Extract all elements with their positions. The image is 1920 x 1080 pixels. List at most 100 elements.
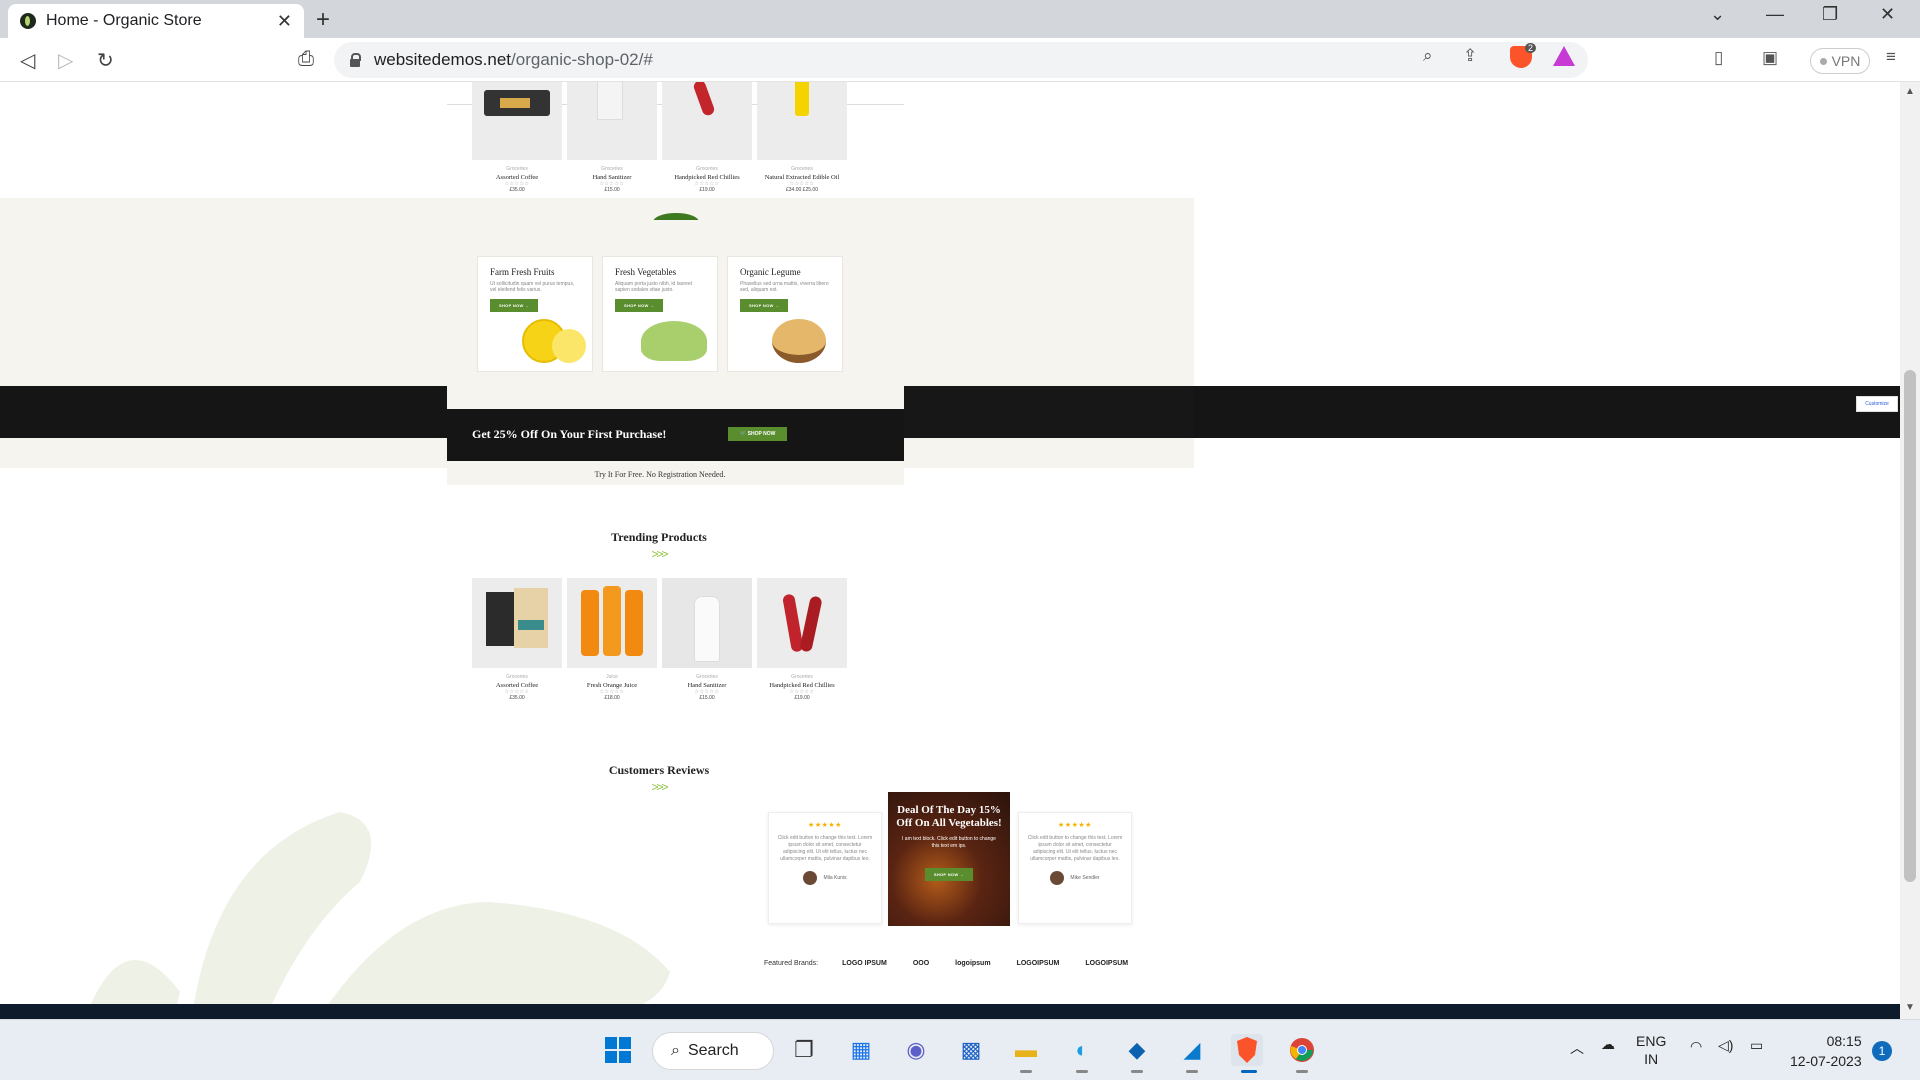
taskbar-search[interactable]: ⌕ Search xyxy=(652,1032,774,1070)
product-name[interactable]: Handpicked Red Chillies xyxy=(757,682,847,689)
bookmark-icon[interactable]: ⎙ xyxy=(298,48,314,71)
start-windows-icon[interactable] xyxy=(602,1034,634,1066)
product-price: £35.00 xyxy=(509,695,525,701)
onedrive-cloud-icon[interactable]: ☁ xyxy=(1601,1036,1615,1053)
product-image xyxy=(662,578,752,668)
category-card-legume[interactable]: Organic Legume Phasellus sed urna mattis… xyxy=(727,256,843,372)
product-name[interactable]: Assorted Coffee xyxy=(472,682,562,689)
product-card[interactable]: Groceries Handpicked Red Chillies ☆☆☆☆☆ … xyxy=(662,82,752,193)
address-bar[interactable]: websitedemos.net /organic-shop-02/# xyxy=(334,42,1588,78)
close-window-button[interactable]: ✕ xyxy=(1880,4,1895,25)
active-indicator xyxy=(1241,1070,1257,1073)
vpn-status-dot-icon xyxy=(1819,57,1827,65)
brave-rewards-icon[interactable] xyxy=(1553,46,1575,66)
review-card: ★★★★★ Click edit button to change this t… xyxy=(1018,812,1132,924)
tab-search-chevron-icon[interactable]: ⌄ xyxy=(1710,4,1725,25)
product-category: Groceries xyxy=(696,674,718,680)
edge-icon[interactable]: ◐ xyxy=(1066,1034,1098,1066)
shop-now-button[interactable]: SHOP NOW → xyxy=(615,299,664,312)
brand-logo: LOGO IPSUM xyxy=(842,960,887,967)
battery-icon[interactable]: ▭ xyxy=(1750,1037,1763,1054)
product-category: Groceries xyxy=(791,166,813,172)
promo-shop-button[interactable]: 🛒 SHOP NOW xyxy=(728,427,788,441)
vscode-icon[interactable]: ◢ xyxy=(1176,1034,1208,1066)
wifi-icon[interactable]: ◠ xyxy=(1690,1038,1702,1055)
product-price: £15.00 xyxy=(604,187,620,193)
chrome-icon[interactable] xyxy=(1286,1034,1318,1066)
avatar xyxy=(803,871,818,885)
back-button[interactable]: ◁ xyxy=(20,48,35,73)
tab-close-icon[interactable]: ✕ xyxy=(277,11,292,32)
notification-badge[interactable]: 1 xyxy=(1872,1041,1892,1061)
deal-of-the-day-card[interactable]: Deal Of The Day 15% Off On All Vegetable… xyxy=(888,792,1010,926)
scrollbar-thumb[interactable] xyxy=(1904,370,1916,882)
wallet-icon[interactable]: ▣ xyxy=(1762,48,1778,68)
category-title: Fresh Vegetables xyxy=(615,267,677,277)
new-tab-button[interactable]: + xyxy=(316,6,330,34)
chat-icon[interactable]: ◉ xyxy=(900,1034,932,1066)
trending-title: Trending Products xyxy=(611,530,707,544)
shop-now-button[interactable]: SHOP NOW → xyxy=(490,299,539,312)
product-card[interactable]: Groceries Assorted Coffee ☆☆☆☆☆ £35.00 xyxy=(472,82,562,193)
vpn-button[interactable]: VPN xyxy=(1810,48,1870,74)
product-card[interactable]: Groceries Handpicked Red Chillies ☆☆☆☆☆ … xyxy=(757,578,847,701)
restore-button[interactable]: ❐ xyxy=(1822,4,1838,25)
menu-icon[interactable]: ≡ xyxy=(1886,47,1896,67)
product-card[interactable]: Groceries Natural Extracted Edible Oil ☆… xyxy=(757,82,847,193)
task-view-icon[interactable]: ❐ xyxy=(788,1034,820,1066)
zoom-icon[interactable]: ⌕ xyxy=(1423,46,1433,66)
product-name[interactable]: Assorted Coffee xyxy=(472,174,562,181)
browser-tab-active[interactable]: Home - Organic Store ✕ xyxy=(8,4,304,38)
product-name[interactable]: Hand Sanitizer xyxy=(662,682,752,689)
product-name[interactable]: Handpicked Red Chillies xyxy=(662,174,752,181)
web-page: Groceries Assorted Coffee ☆☆☆☆☆ £35.00 G… xyxy=(0,82,1900,1019)
promo-subtitle: Try It For Free. No Registration Needed. xyxy=(594,470,726,479)
store-icon[interactable]: ▩ xyxy=(955,1034,987,1066)
sidebar-toggle-icon[interactable]: ▯ xyxy=(1714,48,1723,68)
windows-taskbar: ⌕ Search ❐ ▦ ◉ ▩ ▬ ◐ ◆ ◢ ︿ ☁ ENG IN ◠ ◁)… xyxy=(0,1019,1920,1080)
file-explorer-icon[interactable]: ▬ xyxy=(1010,1034,1042,1066)
product-card[interactable]: Juice Fresh Orange Juice ☆☆☆☆☆ £18.00 xyxy=(567,578,657,701)
product-category: Groceries xyxy=(506,166,528,172)
deal-shop-button[interactable]: SHOP NOW → xyxy=(924,868,974,881)
product-card[interactable]: Groceries Hand Sanitizer ☆☆☆☆☆ £15.00 xyxy=(567,82,657,193)
clock[interactable]: 08:15 12-07-2023 xyxy=(1790,1031,1862,1071)
scroll-down-arrow-icon[interactable]: ▼ xyxy=(1905,1002,1915,1013)
chickpea-bowl-image xyxy=(772,319,826,363)
customize-button[interactable]: Customize xyxy=(1856,396,1898,412)
product-card[interactable]: Groceries Assorted Coffee ☆☆☆☆☆ £35.00 xyxy=(472,578,562,701)
running-indicator xyxy=(1020,1070,1032,1073)
product-card[interactable]: Groceries Hand Sanitizer ☆☆☆☆☆ £15.00 xyxy=(662,578,752,701)
featured-brands: Featured Brands: LOGO IPSUM OOO logoipsu… xyxy=(764,960,1154,967)
scroll-up-arrow-icon[interactable]: ▲ xyxy=(1905,86,1915,97)
product-category: Groceries xyxy=(506,674,528,680)
tray-chevron-icon[interactable]: ︿ xyxy=(1570,1038,1584,1058)
review-text: Click edit button to change this text. L… xyxy=(777,835,873,862)
category-card-fruits[interactable]: Farm Fresh Fruits Ut sollicitudin quam v… xyxy=(477,256,593,372)
page-scrollbar[interactable]: ▲ ▼ xyxy=(1900,82,1920,1019)
reviewer-name: Mila Kunis xyxy=(823,875,847,881)
language-indicator[interactable]: ENG IN xyxy=(1636,1032,1666,1068)
brave-browser-icon[interactable] xyxy=(1231,1034,1263,1066)
product-image xyxy=(472,82,562,160)
product-name[interactable]: Hand Sanitizer xyxy=(567,174,657,181)
url-host: websitedemos.net xyxy=(374,50,512,69)
product-name[interactable]: Natural Extracted Edible Oil xyxy=(757,174,847,181)
share-icon[interactable]: ⇪ xyxy=(1463,46,1477,66)
product-name[interactable]: Fresh Orange Juice xyxy=(567,682,657,689)
shop-now-button[interactable]: SHOP NOW → xyxy=(740,299,789,312)
app-icon[interactable]: ◆ xyxy=(1121,1034,1153,1066)
forward-button[interactable]: ▷ xyxy=(58,48,73,73)
volume-icon[interactable]: ◁) xyxy=(1718,1037,1733,1054)
widgets-icon[interactable]: ▦ xyxy=(845,1034,877,1066)
category-card-vegetables[interactable]: Fresh Vegetables Aliquam porta justo nib… xyxy=(602,256,718,372)
footer-top-edge xyxy=(0,1004,1900,1019)
featured-brands-label: Featured Brands: xyxy=(764,960,819,967)
reload-button[interactable]: ↻ xyxy=(97,48,114,73)
product-image xyxy=(567,82,657,160)
category-description: Aliquam porta justo nibh, id laoreet sap… xyxy=(615,281,692,293)
reviews-arrows-icon: >>> xyxy=(651,780,668,794)
review-stars: ★★★★★ xyxy=(808,822,842,829)
minimize-button[interactable]: — xyxy=(1766,4,1784,25)
browser-tab-strip: Home - Organic Store ✕ + ⌄ — ❐ ✕ xyxy=(0,0,1920,38)
